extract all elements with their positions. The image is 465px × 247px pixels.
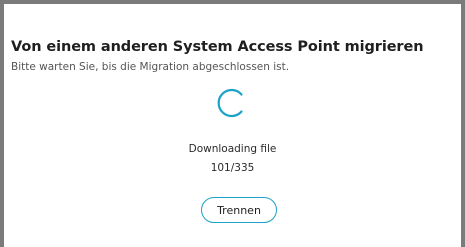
dialog-subtitle: Bitte warten Sie, bis die Migration abge… [11,61,290,73]
disconnect-button[interactable]: Trennen [201,197,277,223]
progress-counter: 101/335 [210,162,255,174]
dialog-title: Von einem anderen System Access Point mi… [11,39,424,55]
migration-dialog: Von einem anderen System Access Point mi… [4,4,461,247]
status-text: Downloading file [188,143,277,155]
loading-spinner-icon [217,88,243,118]
